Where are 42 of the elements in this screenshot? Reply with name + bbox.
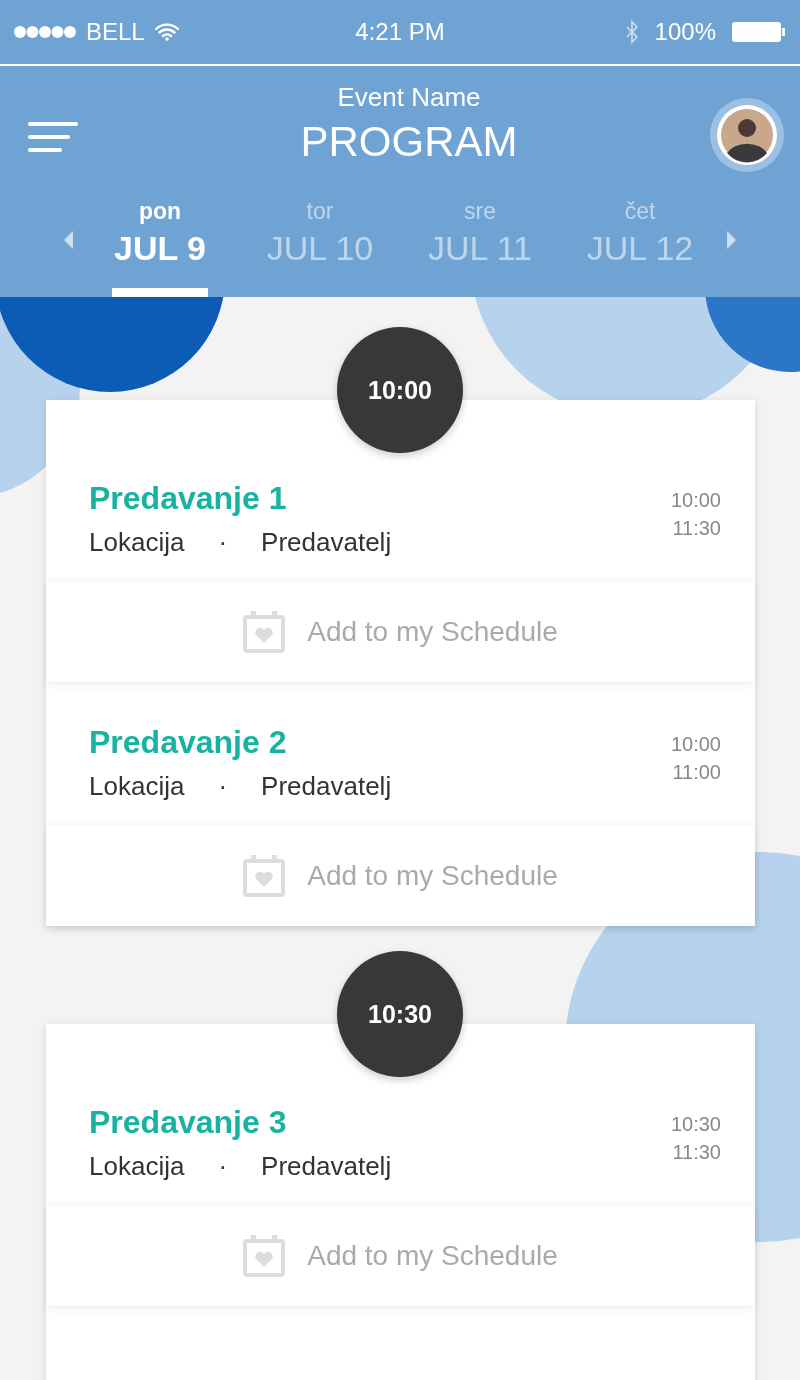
separator-dot: ·	[218, 1150, 228, 1183]
end-time: 11:00	[672, 760, 721, 785]
session-title[interactable]: Predavanje 1	[89, 478, 392, 518]
session-speaker: Predavatelj	[261, 770, 392, 803]
separator-dot: ·	[218, 526, 228, 559]
day-tab[interactable]: sre JUL 11	[400, 194, 560, 297]
time-badge: 10:00	[337, 327, 463, 453]
start-time: 10:30	[670, 1112, 721, 1137]
event-name: Event Name	[337, 81, 481, 114]
battery-icon	[732, 21, 786, 43]
session-title[interactable]: Predavanje 3	[89, 1102, 392, 1142]
session-location: Lokacija	[89, 526, 185, 559]
page-title: PROGRAM	[300, 117, 518, 167]
session-speaker: Predavatelj	[261, 1150, 392, 1183]
session-speaker: Predavatelj	[261, 526, 392, 559]
end-time: 11:30	[672, 516, 721, 541]
session-location: Lokacija	[89, 770, 185, 803]
avatar[interactable]	[710, 98, 784, 172]
day-tab[interactable]: čet JUL 12	[560, 194, 720, 297]
session-title[interactable]: Predavanje 2	[89, 722, 392, 762]
time-badge: 10:30	[337, 951, 463, 1077]
separator-dot: ·	[218, 770, 228, 803]
calendar-heart-icon	[243, 855, 286, 897]
menu-icon[interactable]	[28, 122, 78, 152]
start-time: 10:00	[670, 732, 721, 757]
calendar-heart-icon	[243, 611, 286, 653]
session-location: Lokacija	[89, 1150, 185, 1183]
battery-percent: 100%	[654, 18, 716, 46]
add-to-schedule-button[interactable]: Add to my Schedule	[46, 1206, 755, 1306]
day-tab[interactable]: pon JUL 9	[80, 194, 240, 297]
clock: 4:21 PM	[355, 18, 445, 46]
signal-icon	[14, 25, 76, 39]
wifi-icon	[154, 23, 179, 41]
end-time: 11:30	[672, 1140, 721, 1165]
start-time: 10:00	[670, 488, 721, 513]
add-to-schedule-button[interactable]: Add to my Schedule	[46, 582, 755, 682]
carrier-name: BELL	[86, 18, 145, 46]
calendar-heart-icon	[243, 1235, 286, 1277]
previous-day-button[interactable]	[62, 230, 74, 250]
next-day-button[interactable]	[726, 230, 738, 250]
day-tab[interactable]: tor JUL 10	[240, 194, 400, 297]
bluetooth-icon	[624, 20, 639, 44]
